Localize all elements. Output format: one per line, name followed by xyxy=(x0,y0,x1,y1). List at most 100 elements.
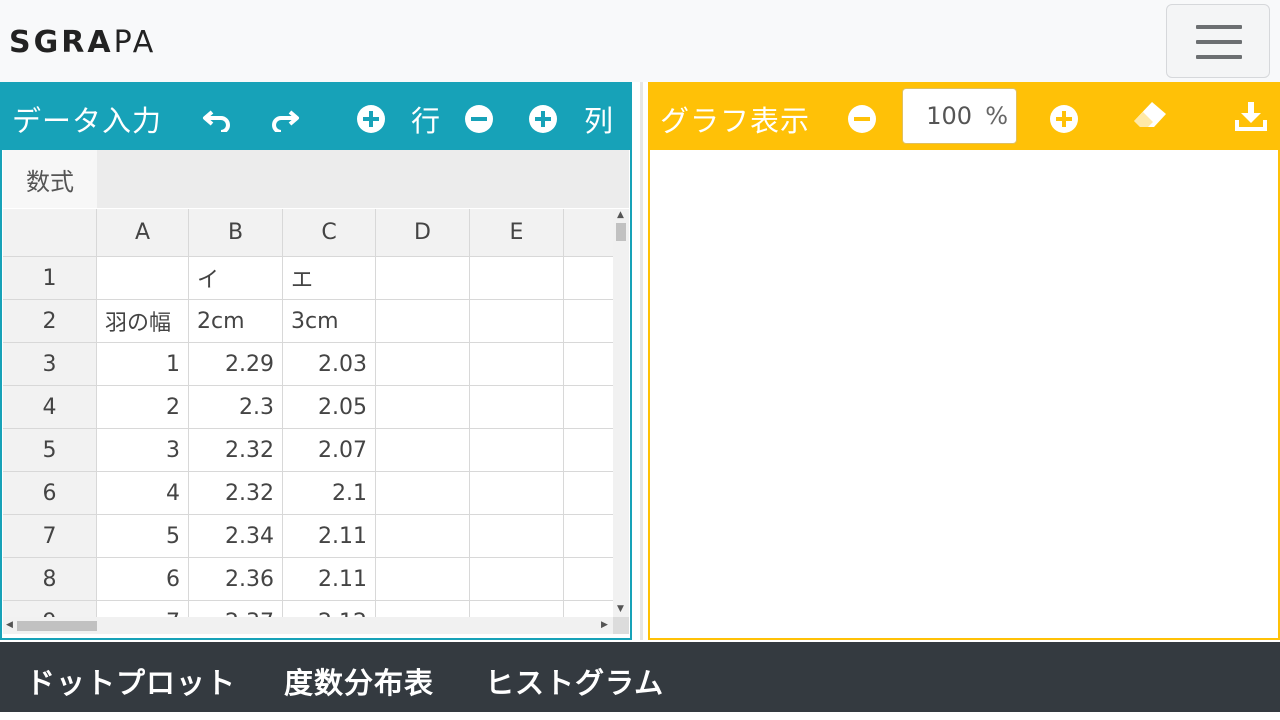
table-cell[interactable]: 2.12 xyxy=(283,601,376,617)
table-cell[interactable] xyxy=(376,343,470,386)
table-cell[interactable] xyxy=(564,515,613,558)
zoom-in-icon[interactable] xyxy=(1050,105,1078,133)
table-cell[interactable]: 2.07 xyxy=(283,429,376,472)
undo-icon[interactable] xyxy=(202,106,232,132)
zoom-value: 100 xyxy=(926,102,972,130)
graph-display-title: グラフ表示 xyxy=(660,104,811,138)
vertical-scrollbar[interactable]: ▲ ▼ xyxy=(613,209,629,617)
scroll-left-icon[interactable]: ◀ xyxy=(6,621,13,630)
zoom-input[interactable]: 100 % xyxy=(902,88,1017,144)
table-cell[interactable] xyxy=(564,257,613,300)
table-cell[interactable]: 7 xyxy=(97,601,189,617)
table-cell[interactable] xyxy=(376,472,470,515)
table-cell[interactable]: 2.37 xyxy=(189,601,283,617)
column-header-a[interactable]: A xyxy=(97,209,189,257)
nav-histogram[interactable]: ヒストグラム xyxy=(485,660,664,702)
table-cell[interactable] xyxy=(376,515,470,558)
row-header[interactable]: 5 xyxy=(3,429,97,472)
table-cell[interactable] xyxy=(470,257,564,300)
column-header-e[interactable]: E xyxy=(470,209,564,257)
add-row-icon[interactable] xyxy=(357,105,385,133)
table-cell[interactable] xyxy=(376,386,470,429)
table-cell[interactable]: 2.29 xyxy=(189,343,283,386)
column-header-d[interactable]: D xyxy=(376,209,470,257)
graph-display-panel xyxy=(648,82,1280,640)
table-cell[interactable]: 2cm xyxy=(189,300,283,343)
table-cell[interactable]: 2.34 xyxy=(189,515,283,558)
hamburger-menu-button[interactable] xyxy=(1166,4,1270,78)
row-header[interactable]: 9 xyxy=(3,601,97,617)
row-header[interactable]: 7 xyxy=(3,515,97,558)
horizontal-scrollbar[interactable]: ◀ ▶ xyxy=(3,617,613,634)
spreadsheet-grid: A B C D E 1 イエ 2 羽の幅 2cm 3cm 3 1 2.29 2.03 4 2 2.3 2.05 5 3 2… xyxy=(3,209,613,617)
row-header[interactable]: 3 xyxy=(3,343,97,386)
download-icon[interactable] xyxy=(1234,100,1268,132)
horizontal-scroll-thumb[interactable] xyxy=(17,621,97,631)
row-header[interactable]: 2 xyxy=(3,300,97,343)
table-cell[interactable]: 2.03 xyxy=(283,343,376,386)
row-header[interactable]: 4 xyxy=(3,386,97,429)
table-cell[interactable] xyxy=(564,429,613,472)
table-cell[interactable]: 1 xyxy=(97,343,189,386)
table-cell[interactable]: 2.3 xyxy=(189,386,283,429)
table-cell[interactable] xyxy=(376,601,470,617)
table-cell[interactable]: 3 xyxy=(97,429,189,472)
column-header-f[interactable] xyxy=(564,209,613,257)
table-cell[interactable] xyxy=(564,300,613,343)
nav-dot-plot[interactable]: ドットプロット xyxy=(26,660,236,702)
panel-divider[interactable] xyxy=(640,82,643,640)
table-cell[interactable] xyxy=(470,558,564,601)
redo-icon[interactable] xyxy=(270,106,300,132)
table-cell[interactable]: 3cm xyxy=(283,300,376,343)
row-header[interactable]: 1 xyxy=(3,257,97,300)
table-cell[interactable] xyxy=(376,257,470,300)
column-header-b[interactable]: B xyxy=(189,209,283,257)
eraser-icon[interactable] xyxy=(1132,100,1168,130)
table-cell[interactable] xyxy=(470,472,564,515)
app-logo[interactable]: SGRA PA xyxy=(9,22,156,62)
table-cell[interactable]: 5 xyxy=(97,515,189,558)
table-cell[interactable] xyxy=(564,601,613,617)
corner-header-cell[interactable] xyxy=(3,209,97,257)
table-cell[interactable]: 2.32 xyxy=(189,429,283,472)
scroll-down-icon[interactable]: ▼ xyxy=(617,605,624,614)
table-cell[interactable]: 2.32 xyxy=(189,472,283,515)
table-cell[interactable] xyxy=(376,429,470,472)
formula-label: 数式 xyxy=(3,150,97,208)
table-cell[interactable]: 2.1 xyxy=(283,472,376,515)
nav-frequency-table[interactable]: 度数分布表 xyxy=(284,660,434,702)
table-cell[interactable] xyxy=(470,343,564,386)
remove-row-icon[interactable] xyxy=(465,105,493,133)
table-cell[interactable] xyxy=(564,472,613,515)
table-cell[interactable]: 4 xyxy=(97,472,189,515)
table-cell[interactable]: イ xyxy=(189,257,283,300)
table-cell[interactable] xyxy=(470,601,564,617)
zoom-out-icon[interactable] xyxy=(848,105,876,133)
table-cell[interactable] xyxy=(564,558,613,601)
table-cell[interactable] xyxy=(470,515,564,558)
vertical-scroll-thumb[interactable] xyxy=(616,223,626,241)
table-cell[interactable] xyxy=(564,343,613,386)
table-cell[interactable]: 6 xyxy=(97,558,189,601)
row-label: 行 xyxy=(411,104,441,138)
table-cell[interactable]: 2.05 xyxy=(283,386,376,429)
table-cell[interactable] xyxy=(97,257,189,300)
table-cell[interactable]: 2.11 xyxy=(283,515,376,558)
scroll-right-icon[interactable]: ▶ xyxy=(601,621,608,630)
table-cell[interactable] xyxy=(376,558,470,601)
row-header[interactable]: 6 xyxy=(3,472,97,515)
table-cell[interactable]: 2.36 xyxy=(189,558,283,601)
table-cell[interactable]: 2.11 xyxy=(283,558,376,601)
table-cell[interactable] xyxy=(470,386,564,429)
column-header-c[interactable]: C xyxy=(283,209,376,257)
table-cell[interactable]: 2 xyxy=(97,386,189,429)
scroll-up-icon[interactable]: ▲ xyxy=(617,211,624,220)
table-cell[interactable] xyxy=(376,300,470,343)
table-cell[interactable]: 羽の幅 xyxy=(97,300,189,343)
table-cell[interactable]: エ xyxy=(283,257,376,300)
table-cell[interactable] xyxy=(470,300,564,343)
table-cell[interactable] xyxy=(564,386,613,429)
add-column-icon[interactable] xyxy=(529,105,557,133)
row-header[interactable]: 8 xyxy=(3,558,97,601)
table-cell[interactable] xyxy=(470,429,564,472)
